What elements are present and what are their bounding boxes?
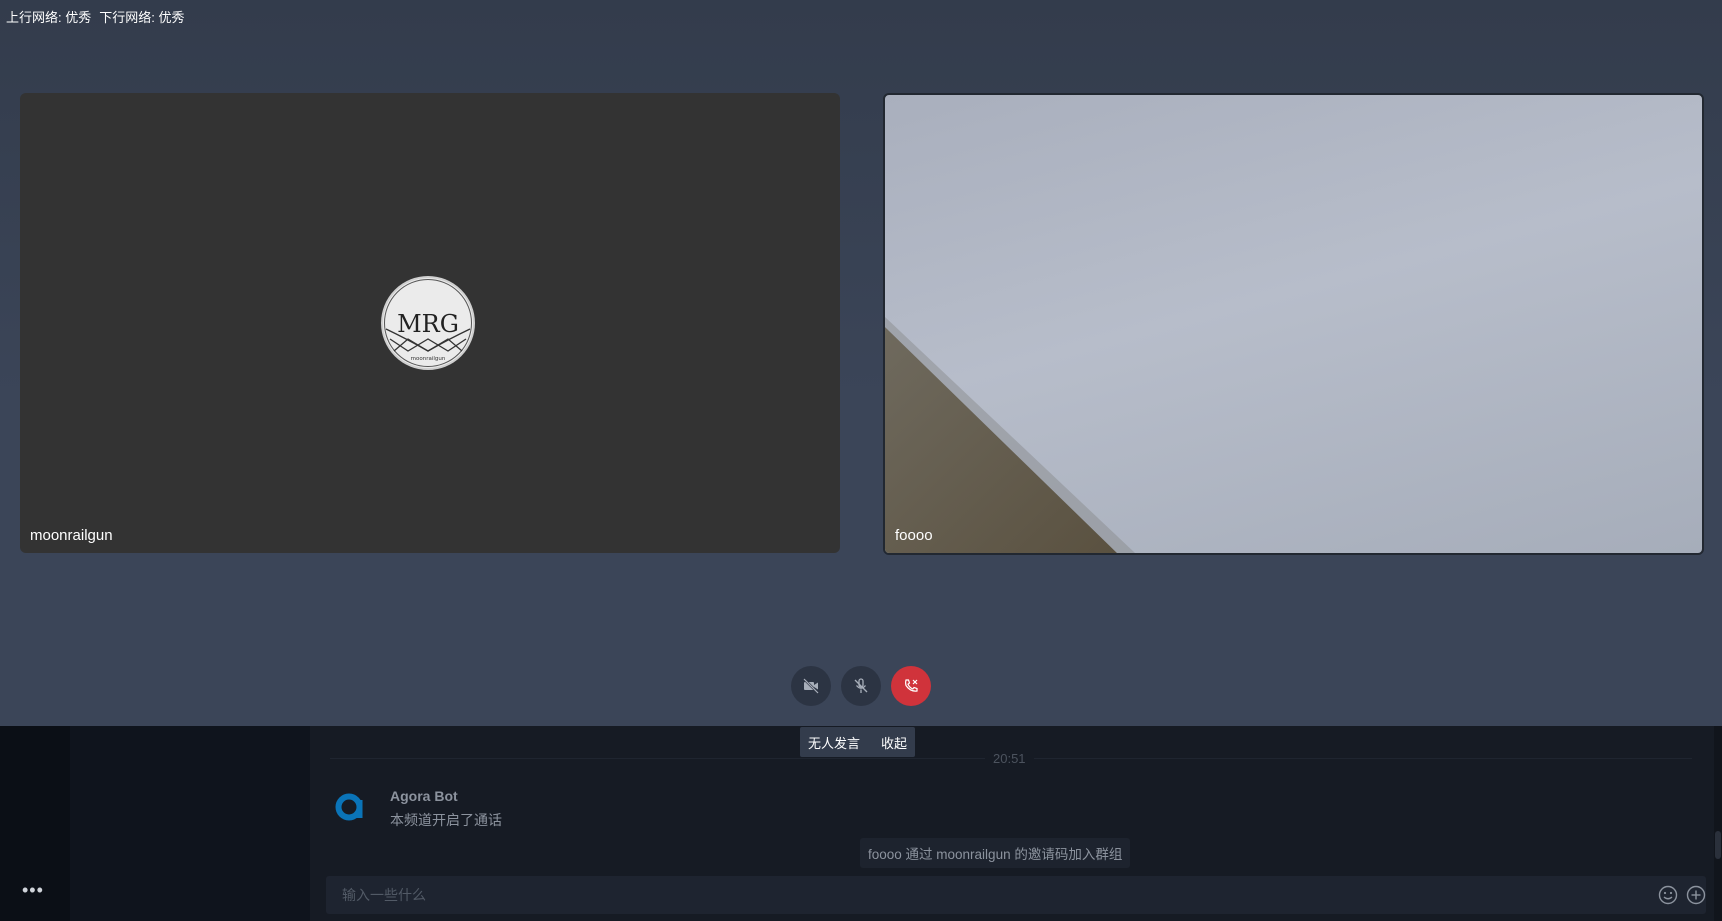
speaker-popup: 无人发言 收起: [800, 727, 916, 757]
plus-icon[interactable]: [1686, 885, 1706, 905]
chat-input[interactable]: [326, 876, 1642, 914]
chat-panel: 20:51 Agora Bot 本频道开启了通话 foooo 通过 moonra…: [310, 726, 1722, 921]
video-tile-moonrailgun[interactable]: MRG moonrailgun moonrailgun: [20, 93, 840, 553]
video-tile-foooo[interactable]: foooo: [883, 93, 1704, 555]
camera-toggle-button[interactable]: [791, 666, 831, 706]
camera-feed: [885, 317, 1135, 553]
downlink-status: 下行网络: 优秀: [99, 10, 185, 25]
agora-logo-icon: [335, 793, 363, 821]
participant-name: foooo: [895, 527, 933, 544]
mrg-logo: MRG moonrailgun: [381, 276, 475, 370]
call-area: 上行网络: 优秀 下行网络: 优秀 MRG moonrailgun moonrai…: [0, 0, 1722, 726]
avatar: MRG moonrailgun: [380, 275, 476, 371]
collapse-button[interactable]: 收起: [881, 733, 907, 752]
chat-scrollbar[interactable]: [1714, 726, 1722, 921]
svg-text:MRG: MRG: [397, 310, 459, 338]
participant-name: moonrailgun: [30, 527, 113, 544]
system-notice: foooo 通过 moonrailgun 的邀请码加入群组: [860, 838, 1131, 868]
app-sidebar: •••: [0, 726, 70, 921]
uplink-status: 上行网络: 优秀: [6, 10, 92, 25]
svg-text:moonrailgun: moonrailgun: [411, 356, 446, 362]
message-text: 本频道开启了通话: [390, 812, 502, 828]
agora-bot-avatar[interactable]: [332, 788, 368, 824]
hangup-button[interactable]: [891, 666, 931, 706]
hangup-icon: [905, 679, 918, 692]
network-status: 上行网络: 优秀 下行网络: 优秀: [6, 7, 192, 26]
mic-toggle-button[interactable]: [841, 666, 881, 706]
call-controls: [791, 666, 931, 706]
speaker-status: 无人发言: [808, 735, 861, 751]
emoji-icon[interactable]: [1658, 885, 1678, 905]
camera-off-icon: [803, 678, 819, 694]
message-time: 20:51: [985, 751, 1034, 766]
chat-input-bar: [326, 876, 1706, 914]
scrollbar-thumb[interactable]: [1715, 831, 1721, 859]
message-author: Agora Bot: [390, 788, 458, 804]
mic-off-icon: [854, 678, 868, 693]
channel-sidebar: [70, 726, 310, 921]
more-icon[interactable]: •••: [22, 880, 44, 901]
